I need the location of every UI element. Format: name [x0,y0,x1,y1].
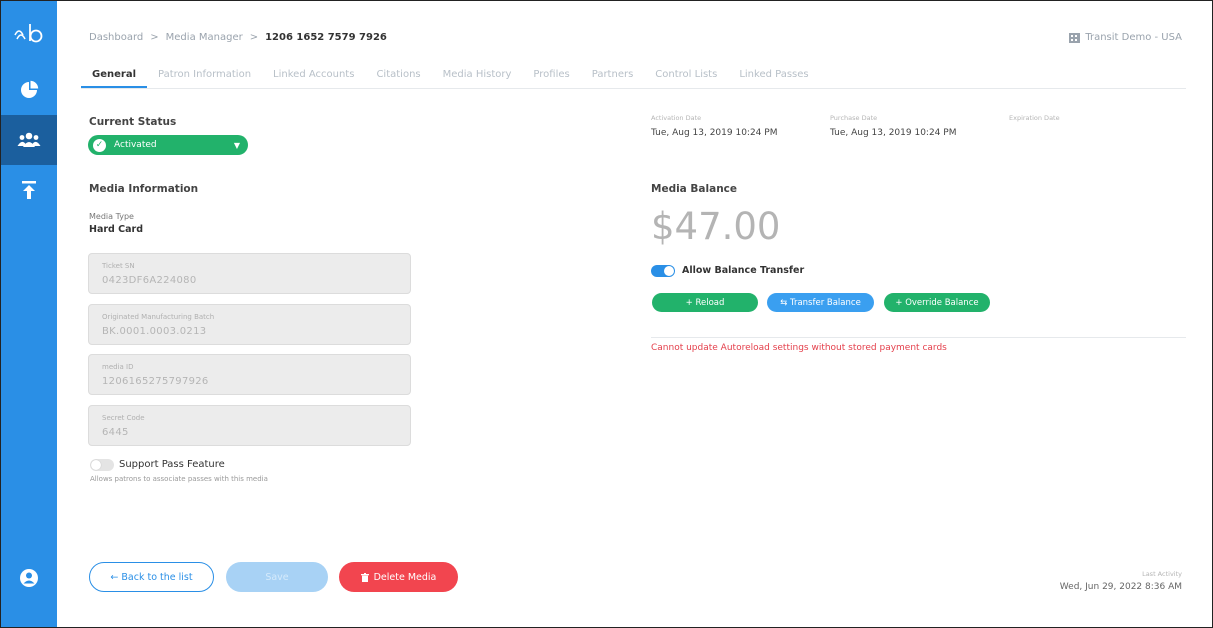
allow-balance-transfer-toggle[interactable] [651,265,675,277]
tab-profiles[interactable]: Profiles [522,65,580,88]
media-information-heading: Media Information [89,183,199,195]
media-type-value: Hard Card [89,224,144,235]
app-window: Dashboard > Media Manager >1206 1652 7579 7… [0,0,1213,628]
activation-date-label: Activation Date [651,114,702,122]
check-icon: ✓ [93,138,106,152]
breadcrumb-dashboard[interactable]: Dashboard [89,32,143,43]
nav-dashboard[interactable] [1,65,57,115]
sidebar [1,1,57,627]
field-value: 1206165275797926 [102,376,209,387]
toggle-knob [91,460,101,470]
nav-upload[interactable] [1,165,57,215]
field-label: Secret Code [102,414,145,422]
support-pass-toggle[interactable] [90,459,114,471]
field-label: Ticket SN [102,262,135,270]
tab-control-lists[interactable]: Control Lists [644,65,728,88]
chevron-down-icon: ▼ [233,140,240,150]
last-activity-value: Wed, Jun 29, 2022 8:36 AM [1059,582,1182,592]
field-label: Originated Manufacturing Batch [102,313,215,321]
expiration-date-label: Expiration Date [1009,114,1060,122]
users-icon [17,132,41,147]
breadcrumb-media-manager[interactable]: Media Manager [166,32,243,43]
reload-button[interactable]: + Reload [652,293,758,312]
override-balance-button[interactable]: + Override Balance [884,293,990,312]
field-value: BK.0001.0003.0213 [102,326,207,337]
activation-date-value: Tue, Aug 13, 2019 10:24 PM [651,128,778,138]
save-button[interactable]: Save [226,562,328,592]
autoreload-error-message: Cannot update Autoreload settings withou… [651,343,947,353]
tab-media-history[interactable]: Media History [432,65,523,88]
app-logo[interactable] [13,21,45,45]
status-value: Activated [114,140,157,150]
last-activity-label: Last Activity [1142,570,1182,578]
allow-balance-transfer-label: Allow Balance Transfer [682,265,805,276]
tab-patron-information[interactable]: Patron Information [147,65,262,88]
manufacturing-batch-field[interactable]: Originated Manufacturing Batch BK.0001.0… [88,304,411,345]
breadcrumb: Dashboard > Media Manager >1206 1652 7579 7… [89,32,387,43]
breadcrumb-current: 1206 1652 7579 7926 [265,32,387,43]
purchase-date-value: Tue, Aug 13, 2019 10:24 PM [830,128,957,138]
field-value: 0423DF6A224080 [102,275,197,286]
tab-bar: General Patron Information Linked Accoun… [81,65,1186,89]
media-type-label: Media Type [89,212,134,221]
field-label: media ID [102,363,134,371]
balance-amount: $47.00 [651,205,781,248]
back-to-list-button[interactable]: ← Back to the list [89,562,214,592]
transfer-balance-button[interactable]: ⇆ Transfer Balance [767,293,874,312]
divider [651,337,1186,338]
ticket-sn-field[interactable]: Ticket SN 0423DF6A224080 [88,253,411,294]
nav-patrons[interactable] [1,115,57,165]
secret-code-field[interactable]: Secret Code 6445 [88,405,411,446]
pie-chart-icon [21,80,39,98]
trash-icon [360,572,369,582]
media-id-field[interactable]: media ID 1206165275797926 [88,354,411,395]
current-status-heading: Current Status [89,116,177,128]
delete-media-button[interactable]: Delete Media [339,562,458,592]
user-profile-icon[interactable] [15,564,43,592]
support-pass-label: Support Pass Feature [119,459,225,470]
delete-media-label: Delete Media [373,571,437,583]
status-dropdown[interactable]: ✓ Activated ▼ [88,135,248,155]
breadcrumb-separator: > [150,32,159,43]
building-icon [1069,32,1081,43]
purchase-date-label: Purchase Date [830,114,878,122]
upload-icon [22,181,36,199]
organization-selector[interactable]: Transit Demo - USA [1069,32,1182,43]
tab-general[interactable]: General [81,65,147,88]
organization-name: Transit Demo - USA [1085,32,1182,43]
breadcrumb-separator: > [249,32,259,43]
tab-partners[interactable]: Partners [581,65,645,88]
tab-linked-passes[interactable]: Linked Passes [728,65,819,88]
field-value: 6445 [102,427,129,438]
tab-linked-accounts[interactable]: Linked Accounts [262,65,365,88]
tab-citations[interactable]: Citations [365,65,431,88]
media-balance-heading: Media Balance [651,183,738,195]
toggle-knob [664,266,674,276]
support-pass-description: Allows patrons to associate passes with … [90,475,268,483]
